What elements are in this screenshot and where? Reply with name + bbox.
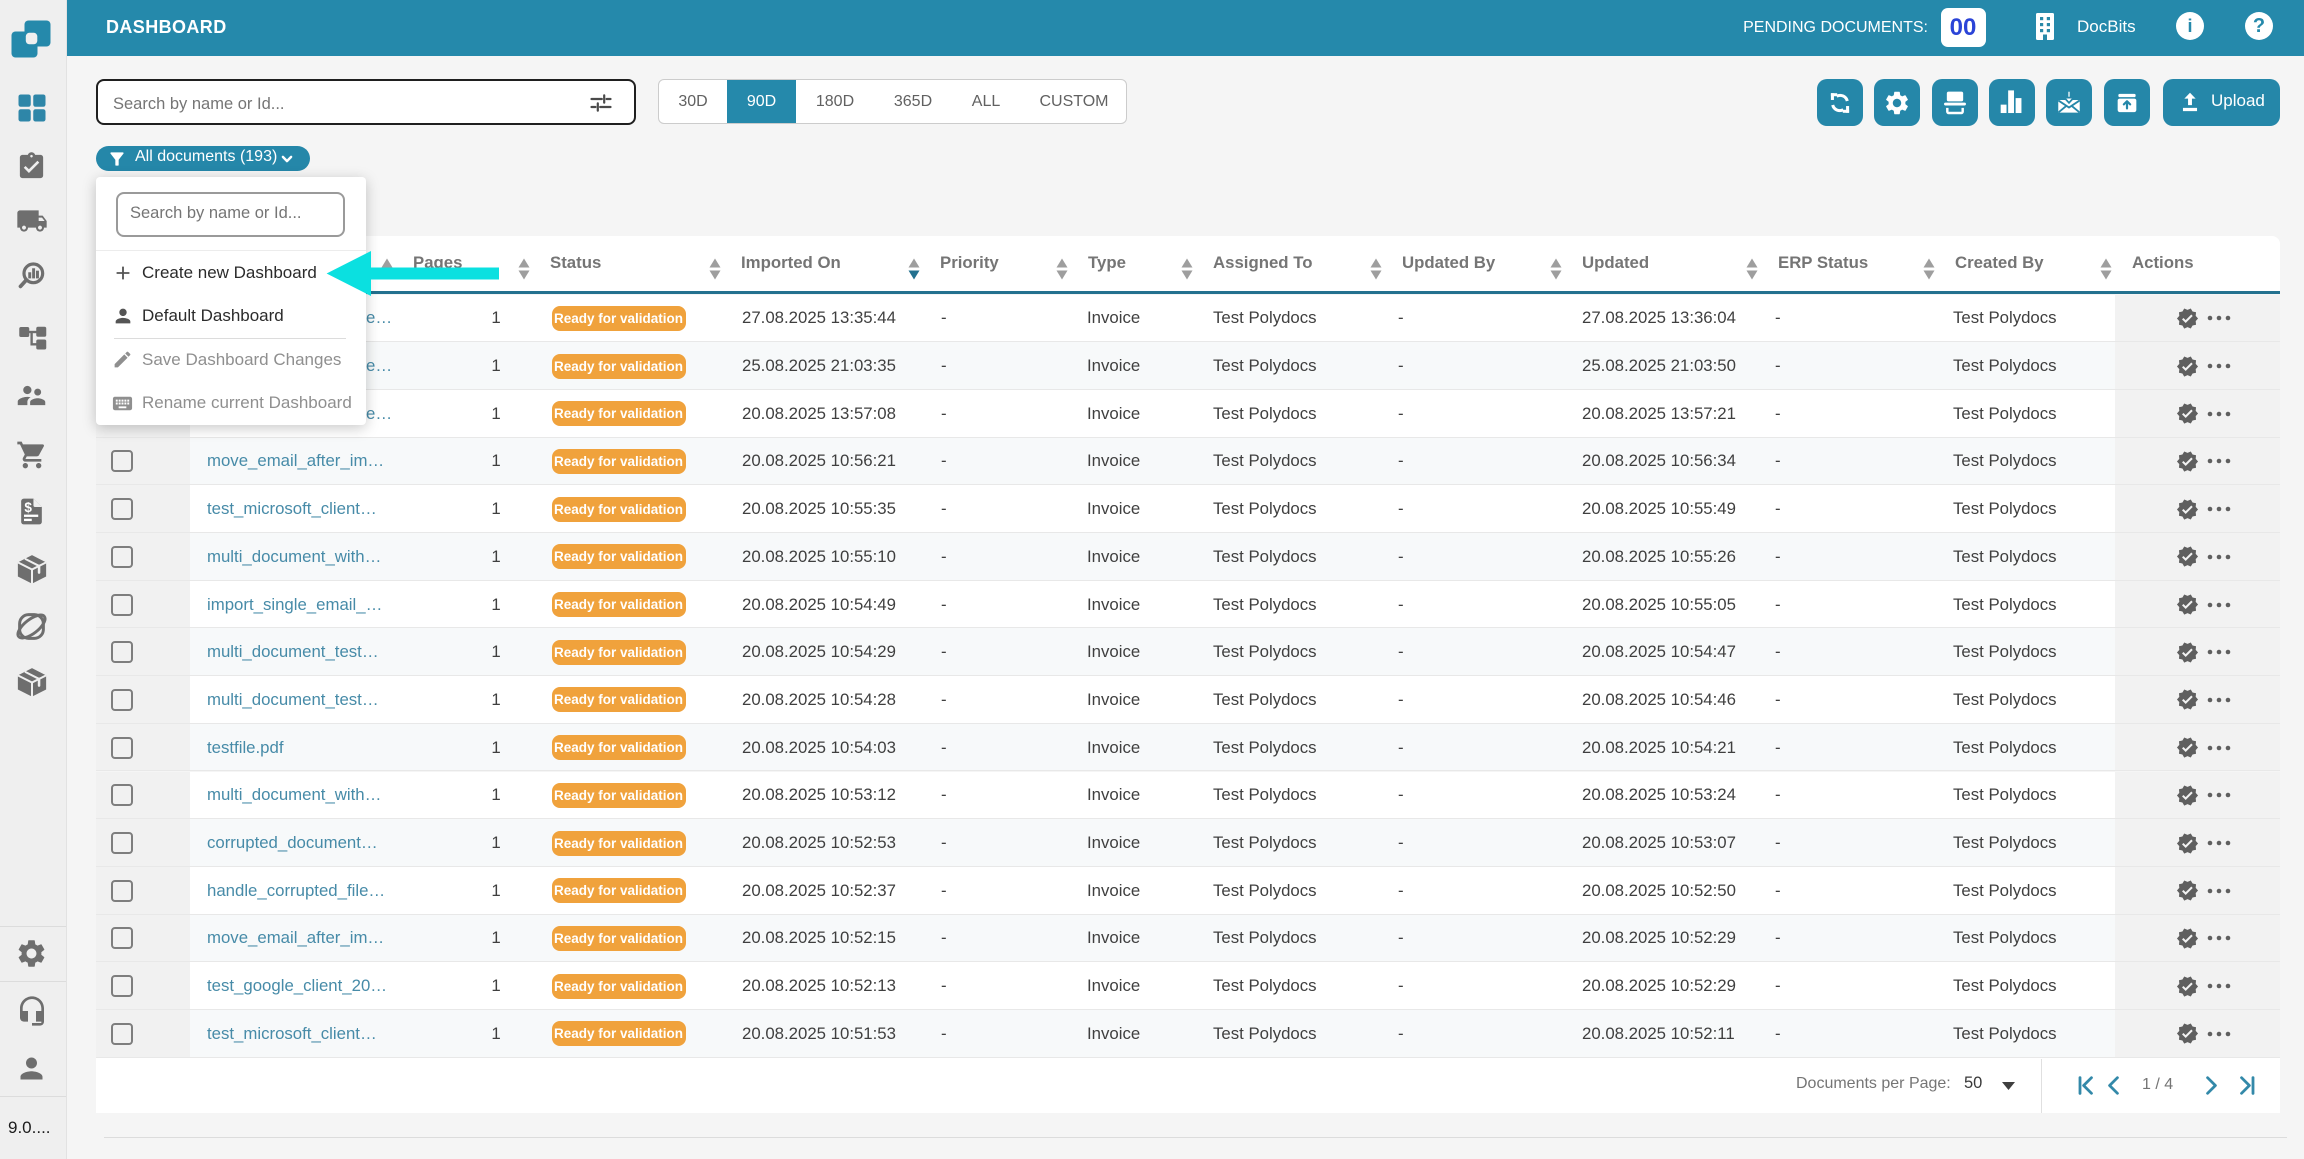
svg-text:$: $ bbox=[24, 500, 32, 515]
